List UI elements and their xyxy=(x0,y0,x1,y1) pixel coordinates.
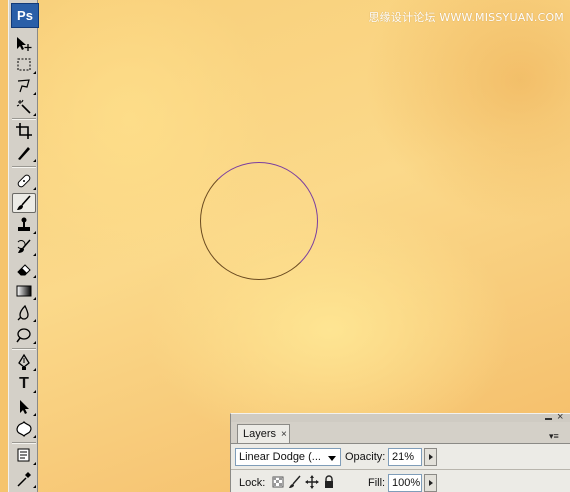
type-tool[interactable]: T xyxy=(12,374,36,394)
crop-icon xyxy=(16,123,32,139)
submenu-indicator-icon xyxy=(33,390,36,393)
eyedropper-tool[interactable] xyxy=(12,469,36,489)
panel-title-bar[interactable] xyxy=(231,414,570,422)
move-tool[interactable] xyxy=(12,34,36,54)
magic-wand-icon xyxy=(16,99,31,114)
lock-transparent-pixels-icon[interactable] xyxy=(271,475,285,489)
move-icon xyxy=(17,37,32,51)
panel-close-button[interactable]: × xyxy=(557,412,563,423)
crop-tool[interactable] xyxy=(12,121,36,141)
brush-icon xyxy=(17,195,31,210)
type-icon: T xyxy=(19,375,29,392)
chevron-down-icon xyxy=(328,456,336,461)
submenu-indicator-icon xyxy=(33,231,36,234)
submenu-indicator-icon xyxy=(33,71,36,74)
dodge-tool[interactable] xyxy=(12,325,36,345)
submenu-indicator-icon xyxy=(33,462,36,465)
toolbar-divider xyxy=(12,348,36,350)
submenu-indicator-icon xyxy=(33,435,36,438)
panel-row-divider xyxy=(231,469,570,470)
fill-value: 100% xyxy=(392,477,421,489)
opacity-input[interactable]: 21% xyxy=(388,448,422,466)
eraser-icon xyxy=(17,264,31,276)
submenu-indicator-icon xyxy=(33,159,36,162)
toolbar-divider xyxy=(12,442,36,444)
slice-icon xyxy=(18,147,30,160)
window-edge xyxy=(0,0,8,492)
lock-all-icon[interactable] xyxy=(322,475,336,489)
lock-label: Lock: xyxy=(239,477,266,489)
gradient-tool[interactable] xyxy=(12,281,36,301)
opacity-slider-button[interactable] xyxy=(424,448,437,466)
watermark-text: 思缘设计论坛 WWW.MISSYUAN.COM xyxy=(368,11,564,24)
submenu-indicator-icon xyxy=(33,113,36,116)
tools-panel: Ps T xyxy=(8,0,39,492)
pen-icon xyxy=(18,353,30,370)
blur-icon xyxy=(17,304,29,321)
stamp-icon xyxy=(18,217,30,231)
tab-close-icon[interactable]: × xyxy=(281,429,287,440)
submenu-indicator-icon xyxy=(33,319,36,322)
dodge-icon xyxy=(16,328,31,343)
submenu-indicator-icon xyxy=(33,368,36,371)
submenu-indicator-icon xyxy=(33,187,36,190)
panel-menu-button[interactable]: ▾≡ xyxy=(549,431,567,441)
blur-tool[interactable] xyxy=(12,303,36,323)
submenu-indicator-icon xyxy=(33,253,36,256)
submenu-indicator-icon xyxy=(33,275,36,278)
blend-mode-value: Linear Dodge (... xyxy=(239,451,321,463)
tab-layers-label: Layers xyxy=(243,428,277,440)
arrow-icon xyxy=(20,400,29,414)
blend-mode-select[interactable]: Linear Dodge (... xyxy=(235,448,341,466)
magic-wand-tool[interactable] xyxy=(12,97,36,117)
notes-icon xyxy=(17,448,30,462)
toolbar-divider xyxy=(12,166,36,168)
shape-icon xyxy=(16,420,32,437)
fill-input[interactable]: 100% xyxy=(388,474,422,492)
layers-panel: × Layers × ▾≡ Linear Dodge (... Opacity:… xyxy=(230,412,570,492)
lock-position-icon[interactable] xyxy=(305,475,319,489)
pen-tool[interactable] xyxy=(12,352,36,372)
eyedropper-icon xyxy=(17,472,31,487)
marquee-tool[interactable] xyxy=(12,55,36,75)
slice-tool[interactable] xyxy=(12,143,36,163)
ps-logo[interactable]: Ps xyxy=(11,3,39,28)
submenu-indicator-icon xyxy=(33,485,36,488)
eraser-tool[interactable] xyxy=(12,259,36,279)
gradient-icon xyxy=(16,285,32,297)
clone-stamp-tool[interactable] xyxy=(12,215,36,235)
tab-layers[interactable]: Layers × xyxy=(237,424,290,443)
custom-shape-tool[interactable] xyxy=(12,419,36,439)
fill-label: Fill: xyxy=(368,477,386,489)
panel-minimize-button[interactable] xyxy=(545,415,553,421)
history-brush-tool[interactable] xyxy=(12,237,36,257)
opacity-value: 21% xyxy=(392,451,415,463)
submenu-indicator-icon xyxy=(33,297,36,300)
marquee-icon xyxy=(17,58,31,71)
lasso-tool[interactable] xyxy=(12,76,36,96)
healing-brush-tool[interactable] xyxy=(12,171,36,191)
submenu-indicator-icon xyxy=(33,92,36,95)
bandage-icon xyxy=(17,174,31,188)
history-brush-icon xyxy=(17,239,31,253)
submenu-indicator-icon xyxy=(33,341,36,344)
fill-slider-button[interactable] xyxy=(424,474,437,492)
opacity-label: Opacity: xyxy=(345,451,386,463)
brush-tool[interactable] xyxy=(12,193,36,213)
lock-image-pixels-icon[interactable] xyxy=(288,475,302,489)
layers-panel-body: Linear Dodge (... Opacity: 21% Lock: Fil… xyxy=(231,443,570,492)
notes-tool[interactable] xyxy=(12,446,36,466)
brush-cursor xyxy=(200,162,318,280)
lasso-icon xyxy=(17,79,30,93)
toolbar-divider xyxy=(12,118,36,120)
submenu-indicator-icon xyxy=(33,413,36,416)
path-selection-tool[interactable] xyxy=(12,397,36,417)
